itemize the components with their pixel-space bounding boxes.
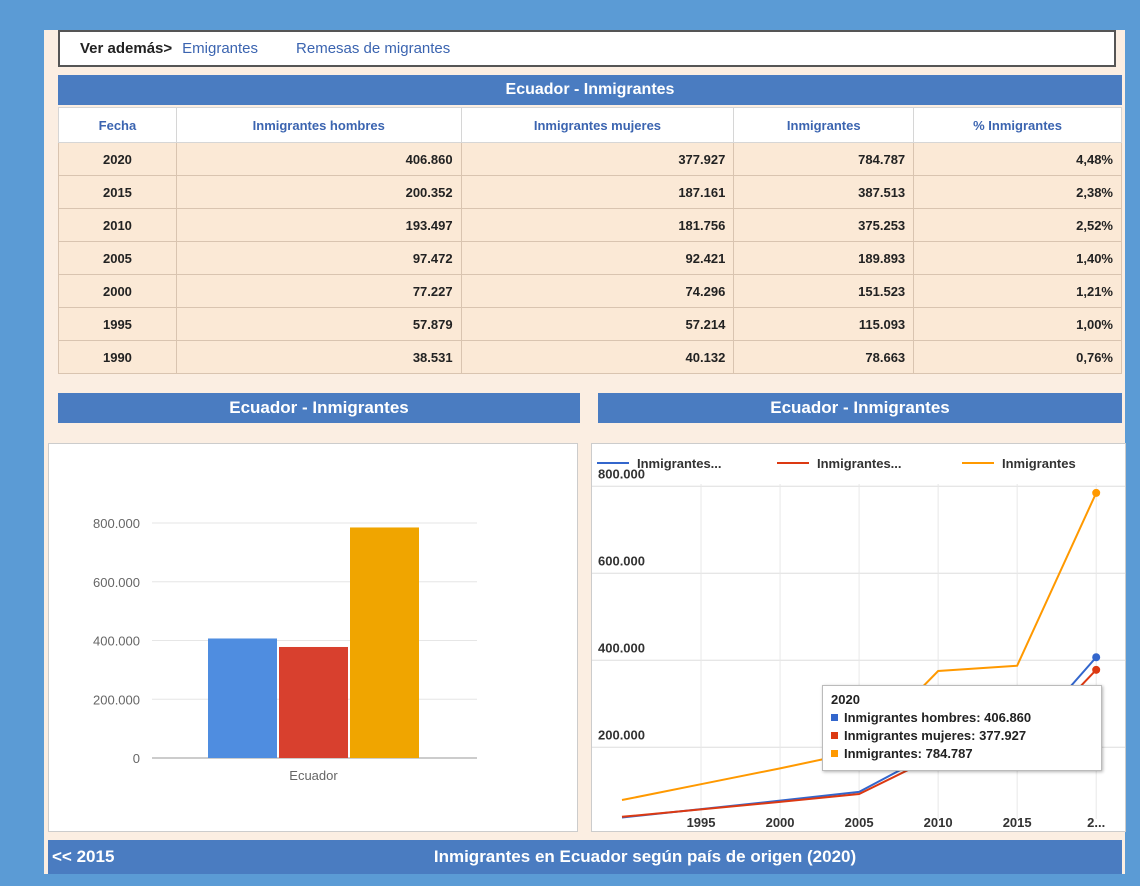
table-title: Ecuador - Inmigrantes [58,75,1122,105]
line-x-tick: 2000 [766,815,795,830]
line-point-1[interactable] [1092,665,1101,674]
line-chart-title: Ecuador - Inmigrantes [598,393,1122,423]
cell-fecha: 2020 [58,142,177,176]
cell-total: 189.893 [733,241,915,275]
tooltip-line-total: Inmigrantes: 784.787 [844,746,973,761]
col-header-fecha[interactable]: Fecha [58,107,177,143]
line-chart: 200.000400.000600.000800.0001995 2000 2005… [592,456,1125,830]
col-header-total[interactable]: Inmigrantes [733,107,915,143]
cell-hombres: 38.531 [175,340,462,374]
col-header-percent[interactable]: % Inmigrantes [913,107,1122,143]
cell-fecha: 1995 [58,307,177,341]
table-row: 2000 77.227 74.296 151.523 1,21% [58,274,1122,308]
bar-mark-0[interactable] [208,638,277,758]
line-point-2[interactable] [1092,488,1101,497]
bar-chart-title: Ecuador - Inmigrantes [58,393,580,423]
cell-mujeres: 377.927 [460,142,735,176]
col-header-mujeres[interactable]: Inmigrantes mujeres [460,107,735,143]
bar-mark-1[interactable] [279,646,348,758]
cell-percent: 2,52% [913,208,1122,242]
line-point-0[interactable] [1092,653,1101,662]
cell-hombres: 406.860 [175,142,462,176]
table-row: 2015 200.352 187.161 387.513 2,38% [58,175,1122,209]
cell-mujeres: 40.132 [460,340,735,374]
cell-fecha: 2010 [58,208,177,242]
bar-x-label: Ecuador [289,768,338,783]
chart-tooltip: 2020 Inmigrantes hombres: 406.860 Inmigr… [822,685,1102,771]
table-header-row: Fecha Inmigrantes hombres Inmigrantes mu… [58,107,1122,143]
line-chart-panel: 200.000 400.000 600.000 800.000 1995 2000 2005… [591,443,1126,832]
table-row: 2010 193.497 181.756 375.253 2,52% [58,208,1122,242]
cell-total: 375.253 [733,208,915,242]
bar-y-tick: 200.000 [93,692,140,707]
bar-chart: 0 200.000 400.000 600.000 800.000 Ecuador [93,516,477,783]
cell-mujeres: 181.756 [460,208,735,242]
cell-mujeres: 92.421 [460,241,735,275]
tooltip-line-mujeres: Inmigrantes mujeres: 377.927 [844,728,1027,743]
table-row: 1995 57.879 57.214 115.093 1,00% [58,307,1122,341]
cell-fecha: 1990 [58,340,177,374]
tooltip-line-hombres: Inmigrantes hombres: 406.860 [844,710,1032,725]
cell-fecha: 2005 [58,241,177,275]
table-row: 2020 406.860 377.927 784.787 4,48% [58,142,1122,176]
tooltip-swatch-mujeres [831,732,838,739]
line-y-tick: 400.000 [598,640,645,655]
line-x-tick: 1995 [687,815,716,830]
cell-total: 387.513 [733,175,915,209]
cell-hombres: 200.352 [175,175,462,209]
see-also-bar: Ver además> Emigrantes Remesas de migran… [58,30,1116,67]
bar-y-tick: 800.000 [93,516,140,531]
table-row: 2005 97.472 92.421 189.893 1,40% [58,241,1122,275]
legend-label-2[interactable]: Inmigrantes [1002,456,1076,471]
cell-hombres: 193.497 [175,208,462,242]
link-emigrantes[interactable]: Emigrantes [182,40,258,57]
cell-total: 784.787 [733,142,915,176]
cell-percent: 4,48% [913,142,1122,176]
see-also-label: Ver además> [80,40,173,57]
cell-percent: 1,00% [913,307,1122,341]
tooltip-swatch-hombres [831,714,838,721]
bar-y-tick: 0 [133,751,140,766]
cell-total: 78.663 [733,340,915,374]
line-x-tick: 2005 [845,815,874,830]
footer-title[interactable]: Inmigrantes en Ecuador según país de ori… [48,847,1122,867]
table-row: 1990 38.531 40.132 78.663 0,76% [58,340,1122,374]
cell-percent: 2,38% [913,175,1122,209]
bar-mark-2[interactable] [350,527,419,758]
bar-y-tick: 400.000 [93,634,140,649]
link-remesas[interactable]: Remesas de migrantes [296,40,450,57]
line-y-tick: 600.000 [598,553,645,568]
cell-total: 151.523 [733,274,915,308]
cell-hombres: 97.472 [175,241,462,275]
legend-label-0[interactable]: Inmigrantes... [637,456,722,471]
line-y-tick: 200.000 [598,727,645,742]
cell-hombres: 57.879 [175,307,462,341]
immigrants-table: Fecha Inmigrantes hombres Inmigrantes mu… [58,107,1122,374]
cell-percent: 1,40% [913,241,1122,275]
tooltip-title: 2020 [831,692,860,707]
cell-fecha: 2000 [58,274,177,308]
footer-bar: << 2015 Inmigrantes en Ecuador según paí… [48,840,1122,874]
cell-fecha: 2015 [58,175,177,209]
col-header-hombres[interactable]: Inmigrantes hombres [175,107,462,143]
cell-percent: 1,21% [913,274,1122,308]
cell-hombres: 77.227 [175,274,462,308]
cell-percent: 0,76% [913,340,1122,374]
line-x-tick: 2015 [1003,815,1032,830]
bar-chart-panel: 0 200.000 400.000 600.000 800.000 Ecuador [48,443,578,832]
cell-total: 115.093 [733,307,915,341]
bar-y-tick: 600.000 [93,575,140,590]
line-x-tick: 2010 [924,815,953,830]
line-x-tick: 2... [1087,815,1105,830]
cell-mujeres: 57.214 [460,307,735,341]
cell-mujeres: 187.161 [460,175,735,209]
cell-mujeres: 74.296 [460,274,735,308]
legend-label-1[interactable]: Inmigrantes... [817,456,902,471]
tooltip-swatch-total [831,750,838,757]
